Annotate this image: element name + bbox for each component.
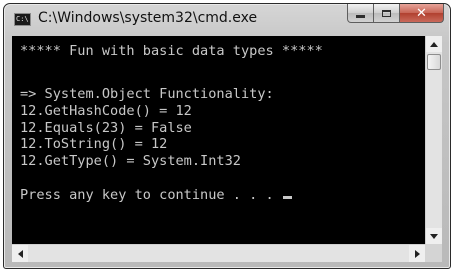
- vertical-scrollbar[interactable]: [425, 36, 442, 244]
- scroll-left-button[interactable]: [12, 245, 28, 262]
- close-icon: ✕: [416, 5, 427, 21]
- scroll-right-button[interactable]: [409, 245, 425, 262]
- vertical-scroll-thumb[interactable]: [427, 54, 441, 70]
- minimize-button[interactable]: [347, 4, 374, 23]
- console-line: 12.ToString() = 12: [20, 136, 168, 152]
- console-window: C:\ C:\Windows\system32\cmd.exe ✕ ***** …: [3, 3, 451, 269]
- arrow-right-icon: [414, 249, 420, 258]
- minimize-icon: [356, 14, 365, 18]
- console-line: 12.GetType() = System.Int32: [20, 153, 241, 169]
- console-line: ***** Fun with basic data types *****: [20, 43, 323, 59]
- maximize-button[interactable]: [374, 4, 400, 23]
- client-area: ***** Fun with basic data types ***** =>…: [12, 36, 442, 262]
- console-prompt-line: Press any key to continue . . .: [20, 187, 292, 203]
- title-bar[interactable]: C:\ C:\Windows\system32\cmd.exe ✕: [4, 4, 450, 36]
- console-output[interactable]: ***** Fun with basic data types ***** =>…: [12, 36, 425, 244]
- arrow-up-icon: [430, 41, 438, 47]
- close-button[interactable]: ✕: [400, 4, 444, 23]
- console-prompt-text: Press any key to continue . . .: [20, 187, 282, 203]
- scroll-down-button[interactable]: [426, 228, 442, 244]
- console-line: 12.Equals(23) = False: [20, 120, 192, 136]
- console-line: => System.Object Functionality:: [20, 86, 274, 102]
- window-title: C:\Windows\system32\cmd.exe: [38, 10, 258, 26]
- console-line: 12.GetHashCode() = 12: [20, 103, 192, 119]
- cmd-app-icon[interactable]: C:\: [14, 13, 31, 26]
- caption-buttons: ✕: [347, 4, 444, 24]
- arrow-down-icon: [430, 233, 438, 239]
- text-cursor: [282, 196, 292, 199]
- maximize-icon: [382, 9, 391, 17]
- arrow-left-icon: [17, 249, 23, 258]
- horizontal-scrollbar[interactable]: [12, 244, 425, 262]
- scroll-up-button[interactable]: [426, 36, 442, 52]
- scrollbar-corner: [425, 244, 442, 262]
